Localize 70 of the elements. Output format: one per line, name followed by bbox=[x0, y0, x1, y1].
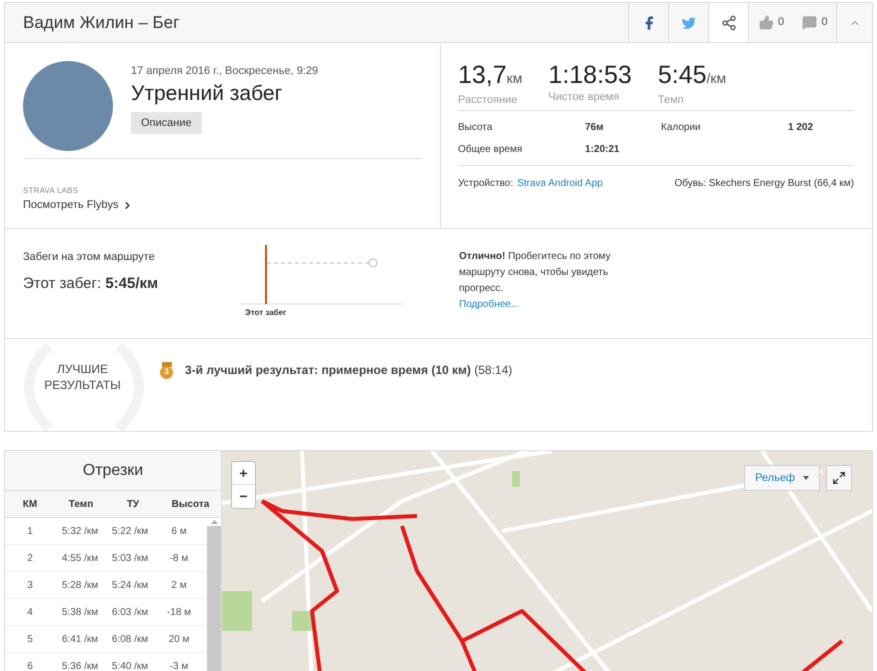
table-cell-text: 1 bbox=[26, 524, 34, 538]
table-cell-text: 5:28 /км bbox=[60, 578, 100, 592]
column-header: ТУ bbox=[126, 498, 140, 512]
share-icon bbox=[720, 14, 736, 30]
table-cell-text: 3 bbox=[26, 578, 34, 592]
table-cell-text: 6:41 /км bbox=[60, 632, 100, 646]
table-cell-text: 2 м bbox=[170, 578, 188, 592]
table-cell-text: 5 bbox=[26, 632, 34, 646]
shoes-info: Обувь: Skechers Energy Burst (66,4 км) bbox=[674, 177, 854, 191]
twitter-icon bbox=[680, 14, 696, 30]
device-label: Устройство: bbox=[458, 177, 514, 191]
best-results-label: ЛУЧШИЕ РЕЗУЛЬТАТЫ bbox=[43, 361, 122, 393]
detail-label: Высота bbox=[458, 121, 492, 135]
this-run-pace: Этот забег: 5:45/км bbox=[23, 274, 158, 294]
column-header: КМ bbox=[22, 498, 38, 512]
table-cell-text: -18 м bbox=[166, 606, 192, 620]
table-cell-text: -3 м bbox=[168, 660, 190, 671]
stat-value: 13,7км bbox=[458, 61, 522, 91]
table-cell-text: 6:03 /км bbox=[110, 606, 150, 620]
stat-label: Чистое время bbox=[548, 90, 620, 105]
detail-value: 1:20:21 bbox=[585, 143, 620, 157]
table-cell-text: 4 bbox=[26, 606, 34, 620]
detail-label: Общее время bbox=[458, 143, 522, 157]
table-cell-text: 6:08 /км bbox=[110, 632, 150, 646]
like-button[interactable]: 0 bbox=[748, 3, 794, 42]
thumbs-up-icon bbox=[758, 15, 774, 30]
route-heading: Забеги на этом маршруте bbox=[23, 250, 155, 265]
stat-label: Расстояние bbox=[458, 93, 518, 108]
column-header: Высота bbox=[170, 498, 210, 512]
detail-value: 76м bbox=[585, 121, 604, 135]
splits-title: Отрезки bbox=[5, 451, 221, 491]
fullscreen-icon bbox=[832, 471, 846, 485]
table-cell-text: 5:36 /км bbox=[60, 660, 100, 671]
activity-title: Утренний забег bbox=[131, 80, 282, 106]
column-header: Темп bbox=[68, 498, 94, 512]
comment-icon bbox=[802, 15, 818, 30]
description-button[interactable]: Описание bbox=[131, 112, 202, 134]
table-cell-text: 5:22 /км bbox=[110, 524, 150, 538]
fullscreen-button[interactable] bbox=[826, 465, 852, 491]
labs-label: STRAVA LABS bbox=[23, 185, 78, 197]
table-cell-text: 5:38 /км bbox=[60, 606, 100, 620]
achievement-text: 3-й лучший результат: примерное время (10 км) (58:14) bbox=[185, 362, 512, 379]
share-button[interactable] bbox=[708, 3, 748, 42]
table-cell-text: 2 bbox=[26, 552, 34, 566]
activity-date: 17 апреля 2016 г., Воскресенье, 9:29 bbox=[131, 64, 318, 79]
caret-icon bbox=[803, 476, 809, 480]
card-title: Вадим Жилин – Бег bbox=[22, 12, 180, 34]
table-cell-text: 4:55 /км bbox=[60, 552, 100, 566]
table-cell-text: -8 м bbox=[168, 552, 190, 566]
flybys-link[interactable]: Посмотреть Flybys bbox=[23, 197, 134, 214]
table-cell-text: 6 bbox=[26, 660, 34, 671]
more-link[interactable]: Подробнее... bbox=[459, 297, 520, 313]
device-link[interactable]: Strava Android App bbox=[517, 176, 603, 191]
stat-label: Темп bbox=[658, 93, 684, 108]
table-cell-text: 6 м bbox=[170, 524, 188, 538]
table-cell-text: 5:32 /км bbox=[60, 524, 100, 538]
stat-value: 5:45/км bbox=[658, 61, 726, 91]
table-cell-text: 5:03 /км bbox=[110, 552, 150, 566]
stat-value: 1:18:53 bbox=[548, 61, 632, 89]
table-cell-text: 5:24 /км bbox=[110, 578, 150, 592]
table-cell-text: 20 м bbox=[168, 632, 190, 646]
comment-button[interactable]: 0 bbox=[794, 3, 836, 42]
zoom-in-button[interactable]: + bbox=[232, 462, 255, 485]
route-message: Отлично! Пробегитесь по этому маршруту снова, чтобы увидеть прогресс. bbox=[459, 250, 612, 296]
map-layer-dropdown[interactable]: Рельеф bbox=[744, 465, 820, 491]
zoom-out-button[interactable]: − bbox=[232, 485, 255, 508]
chart-label: Этот забег bbox=[245, 307, 286, 319]
detail-value: 1 202 bbox=[788, 121, 814, 135]
table-cell-text: 5:40 /км bbox=[110, 660, 150, 671]
detail-label: Калории bbox=[661, 121, 701, 135]
